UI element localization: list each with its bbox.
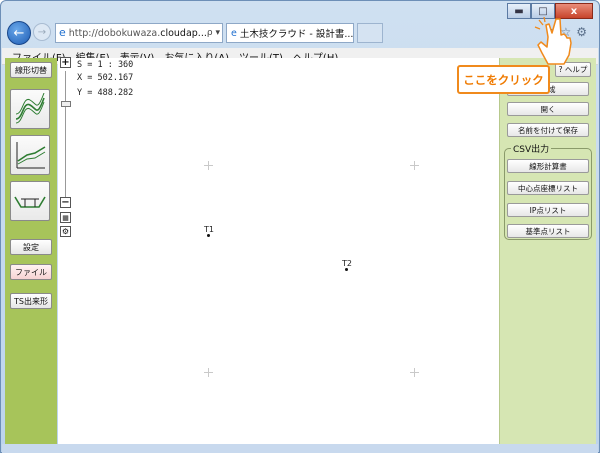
scale-readout: S = 1 : 360 (77, 60, 134, 70)
cross-section-button[interactable] (10, 181, 50, 221)
left-toolbar: 線形切替 設定 ファイル TS出来形 (5, 58, 57, 444)
gear-icon: ⚙ (61, 227, 70, 236)
mode-switch-button[interactable]: 線形切替 (10, 62, 52, 78)
grid-crosshair (410, 368, 419, 377)
grid-crosshair (204, 368, 213, 377)
csv-center-coords-button[interactable]: 中心点座標リスト (507, 181, 589, 195)
zoom-in-button[interactable]: + (60, 57, 71, 68)
csv-group-label: CSV出力 (511, 142, 552, 155)
arrow-right-icon: → (37, 26, 47, 38)
plan-view-button[interactable] (10, 89, 50, 129)
cross-section-icon (14, 196, 46, 208)
x-readout: X = 502.167 (77, 73, 134, 83)
fit-icon: ▦ (62, 214, 69, 222)
plan-view-icon (15, 93, 45, 124)
status-bar (2, 444, 598, 453)
minimize-button[interactable]: ▬ (507, 3, 531, 19)
open-button[interactable]: 開く (507, 102, 589, 116)
point-marker[interactable]: T2 (342, 259, 352, 271)
y-readout: Y = 488.282 (77, 88, 134, 98)
address-bar[interactable]: e http://dobokuwaza.cloudap... ρ ▾ C (55, 23, 223, 43)
profile-view-button[interactable] (10, 135, 50, 175)
right-panel: ? ヘルプ 作成 開く 名前を付けて保存 CSV出力 線形計算書 中心点座標リス… (499, 58, 596, 444)
point-dot (345, 268, 349, 271)
point-dot (207, 234, 211, 237)
tab-title: 土木技クラウド - 設計書... (239, 29, 354, 40)
zoom-out-button[interactable]: − (60, 197, 71, 208)
csv-ip-points-button[interactable]: IP点リスト (507, 203, 589, 217)
fit-button[interactable]: ▦ (60, 212, 71, 223)
ie-logo-icon: e (59, 26, 66, 39)
csv-reference-points-button[interactable]: 基準点リスト (507, 224, 589, 238)
zoom-track[interactable] (65, 71, 66, 197)
address-prefix: http:// (68, 27, 98, 39)
drawing-canvas[interactable]: S = 1 : 360 X = 502.167 Y = 488.282 T1 T… (58, 58, 499, 444)
profile-view-icon (16, 142, 46, 169)
point-label: T1 (204, 225, 214, 234)
address-domain: dobokuwaza. (97, 27, 161, 39)
zoom-settings-button[interactable]: ⚙ (60, 226, 71, 237)
ie-logo-icon: e (231, 27, 237, 39)
back-button[interactable]: ← (7, 21, 31, 45)
ts-button[interactable]: TS出来形 (10, 293, 52, 309)
forward-button[interactable]: → (33, 23, 51, 41)
zoom-slider-thumb[interactable] (61, 101, 71, 107)
arrow-left-icon: ← (13, 25, 25, 41)
new-tab-button[interactable] (357, 23, 383, 43)
tab-close-icon[interactable]: × (353, 28, 354, 39)
grid-crosshair (410, 161, 419, 170)
file-button[interactable]: ファイル (10, 264, 52, 280)
gear-icon[interactable]: ⚙ (576, 25, 587, 39)
browser-window: ▬ □ x ← → e http://dobokuwaza. cloudap...… (0, 0, 600, 453)
save-as-button[interactable]: 名前を付けて保存 (507, 123, 589, 137)
zoom-control: + − ▦ ⚙ (60, 57, 72, 237)
navigation-bar: ← → e http://dobokuwaza.cloudap... ρ ▾ C… (5, 19, 595, 47)
grid-crosshair (204, 161, 213, 170)
address-tools[interactable]: ρ ▾ C (207, 28, 222, 38)
pointing-hand-icon (534, 17, 572, 65)
point-marker[interactable]: T1 (204, 225, 214, 237)
instruction-callout: ここをクリック (457, 65, 550, 94)
address-host: cloudap... (160, 27, 207, 39)
settings-button[interactable]: 設定 (10, 239, 52, 255)
browser-tab[interactable]: e 土木技クラウド - 設計書... × (226, 23, 354, 43)
csv-alignment-report-button[interactable]: 線形計算書 (507, 159, 589, 173)
point-label: T2 (342, 259, 352, 268)
